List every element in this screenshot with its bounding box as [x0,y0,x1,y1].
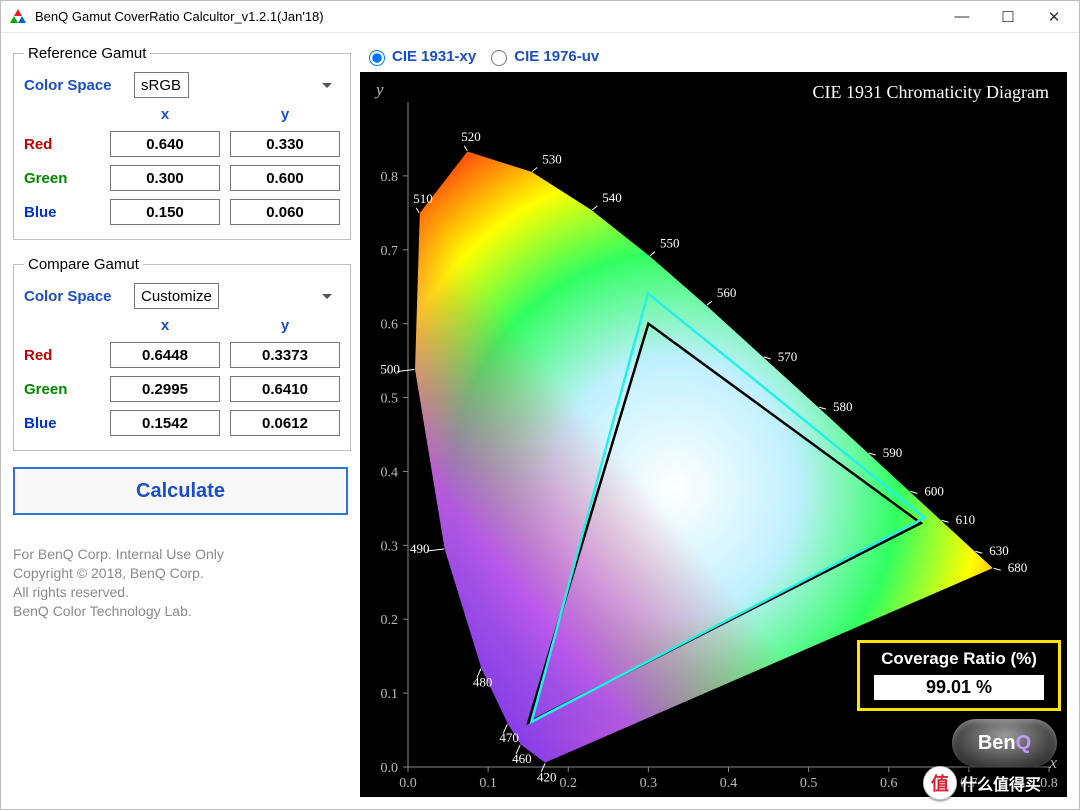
window-title: BenQ Gamut CoverRatio Calcultor_v1.2.1(J… [35,9,324,24]
svg-text:500: 500 [380,361,400,376]
left-panel: Reference Gamut Color Space sRGB x y [13,45,348,809]
svg-text:0.2: 0.2 [381,613,399,628]
svg-text:580: 580 [833,399,853,414]
cmp-colorspace-select[interactable]: Customize [134,283,219,309]
reference-legend: Reference Gamut [24,45,150,62]
svg-text:470: 470 [499,730,519,745]
svg-text:530: 530 [542,151,562,166]
cmp-colorspace-select-wrap: Customize [134,283,340,309]
svg-text:590: 590 [883,445,903,460]
svg-text:0.4: 0.4 [381,465,399,480]
ref-colorspace-select[interactable]: sRGB [134,72,189,98]
cmp-blue-x-input[interactable] [110,410,220,436]
cmp-green-label: Green [24,381,110,398]
watermark-icon: 值 [923,766,957,800]
maximize-button[interactable]: ☐ [985,1,1031,32]
svg-text:0.7: 0.7 [381,244,399,259]
radio-cie1931-input[interactable] [369,50,385,66]
cmp-xy-header: x y [24,317,340,334]
watermark-badge: 值 什么值得买 [923,763,1073,803]
svg-text:0.6: 0.6 [880,776,898,791]
ref-blue-x-input[interactable] [110,199,220,225]
cmp-red-label: Red [24,347,110,364]
svg-text:0.3: 0.3 [381,539,399,554]
svg-text:520: 520 [461,129,481,144]
coverage-value: 99.01 % [874,675,1044,700]
cmp-colorspace-label: Color Space [24,288,134,305]
svg-text:0.5: 0.5 [800,776,818,791]
benq-logo-badge: BenQ [952,719,1057,767]
close-button[interactable]: ✕ [1031,1,1077,32]
right-panel: CIE 1931-xy CIE 1976-uv CIE 1931 Chromat… [348,45,1067,809]
ref-xy-header: x y [24,106,340,123]
ref-green-y-input[interactable] [230,165,340,191]
footer-line2: Copyright © 2018, BenQ Corp. [13,564,348,583]
svg-text:0.5: 0.5 [381,392,399,407]
ref-y-header: y [230,106,340,123]
ref-blue-label: Blue [24,204,110,221]
cmp-green-y-input[interactable] [230,376,340,402]
svg-text:680: 680 [1008,560,1028,575]
calculate-button[interactable]: Calculate [13,467,348,515]
ref-blue-y-input[interactable] [230,199,340,225]
footer-text: For BenQ Corp. Internal Use Only Copyrig… [13,545,348,621]
cmp-red-y-input[interactable] [230,342,340,368]
coverage-ratio-box: Coverage Ratio (%) 99.01 % [857,640,1061,711]
svg-text:0.4: 0.4 [720,776,738,791]
cmp-x-header: x [110,317,220,334]
svg-text:560: 560 [717,285,737,300]
svg-text:510: 510 [413,191,433,206]
cmp-blue-label: Blue [24,415,110,432]
minimize-button[interactable]: — [939,1,985,32]
compare-gamut-group: Compare Gamut Color Space Customize x y [13,256,351,451]
ref-colorspace-select-wrap: sRGB [134,72,340,98]
chromaticity-diagram: CIE 1931 Chromaticity Diagram y x 0.00.1… [360,72,1067,797]
coverage-title: Coverage Ratio (%) [874,649,1044,669]
footer-line1: For BenQ Corp. Internal Use Only [13,545,348,564]
ref-green-x-input[interactable] [110,165,220,191]
app-window: BenQ Gamut CoverRatio Calcultor_v1.2.1(J… [0,0,1080,810]
svg-text:610: 610 [956,512,976,527]
ref-red-y-input[interactable] [230,131,340,157]
diagram-mode-radios: CIE 1931-xy CIE 1976-uv [364,47,1067,66]
app-logo-icon [9,8,27,26]
ref-green-label: Green [24,170,110,187]
footer-line4: BenQ Color Technology Lab. [13,602,348,621]
cmp-blue-y-input[interactable] [230,410,340,436]
svg-text:540: 540 [602,190,622,205]
svg-text:0.0: 0.0 [381,761,399,776]
content-area: Reference Gamut Color Space sRGB x y [1,33,1079,809]
compare-legend: Compare Gamut [24,256,143,273]
titlebar: BenQ Gamut CoverRatio Calcultor_v1.2.1(J… [1,1,1079,33]
svg-text:460: 460 [512,751,532,766]
svg-text:0.3: 0.3 [640,776,658,791]
svg-text:0.6: 0.6 [381,318,399,333]
reference-gamut-group: Reference Gamut Color Space sRGB x y [13,45,351,240]
radio-cie1931[interactable]: CIE 1931-xy [364,47,476,66]
svg-text:630: 630 [989,543,1009,558]
svg-text:600: 600 [924,483,944,498]
cmp-y-header: y [230,317,340,334]
svg-text:490: 490 [410,541,430,556]
svg-text:0.0: 0.0 [399,776,417,791]
svg-text:0.1: 0.1 [479,776,497,791]
svg-text:0.8: 0.8 [381,170,399,185]
svg-text:0.1: 0.1 [381,687,399,702]
radio-cie1976[interactable]: CIE 1976-uv [486,47,599,66]
watermark-text: 什么值得买 [961,771,1041,795]
ref-red-label: Red [24,136,110,153]
svg-text:480: 480 [473,675,493,690]
svg-text:420: 420 [537,769,557,784]
svg-text:550: 550 [660,236,680,251]
footer-line3: All rights reserved. [13,583,348,602]
window-buttons: — ☐ ✕ [939,1,1077,32]
ref-x-header: x [110,106,220,123]
ref-colorspace-label: Color Space [24,77,134,94]
svg-text:570: 570 [778,349,798,364]
cmp-green-x-input[interactable] [110,376,220,402]
ref-red-x-input[interactable] [110,131,220,157]
radio-cie1976-input[interactable] [491,50,507,66]
cmp-red-x-input[interactable] [110,342,220,368]
svg-text:0.2: 0.2 [560,776,578,791]
